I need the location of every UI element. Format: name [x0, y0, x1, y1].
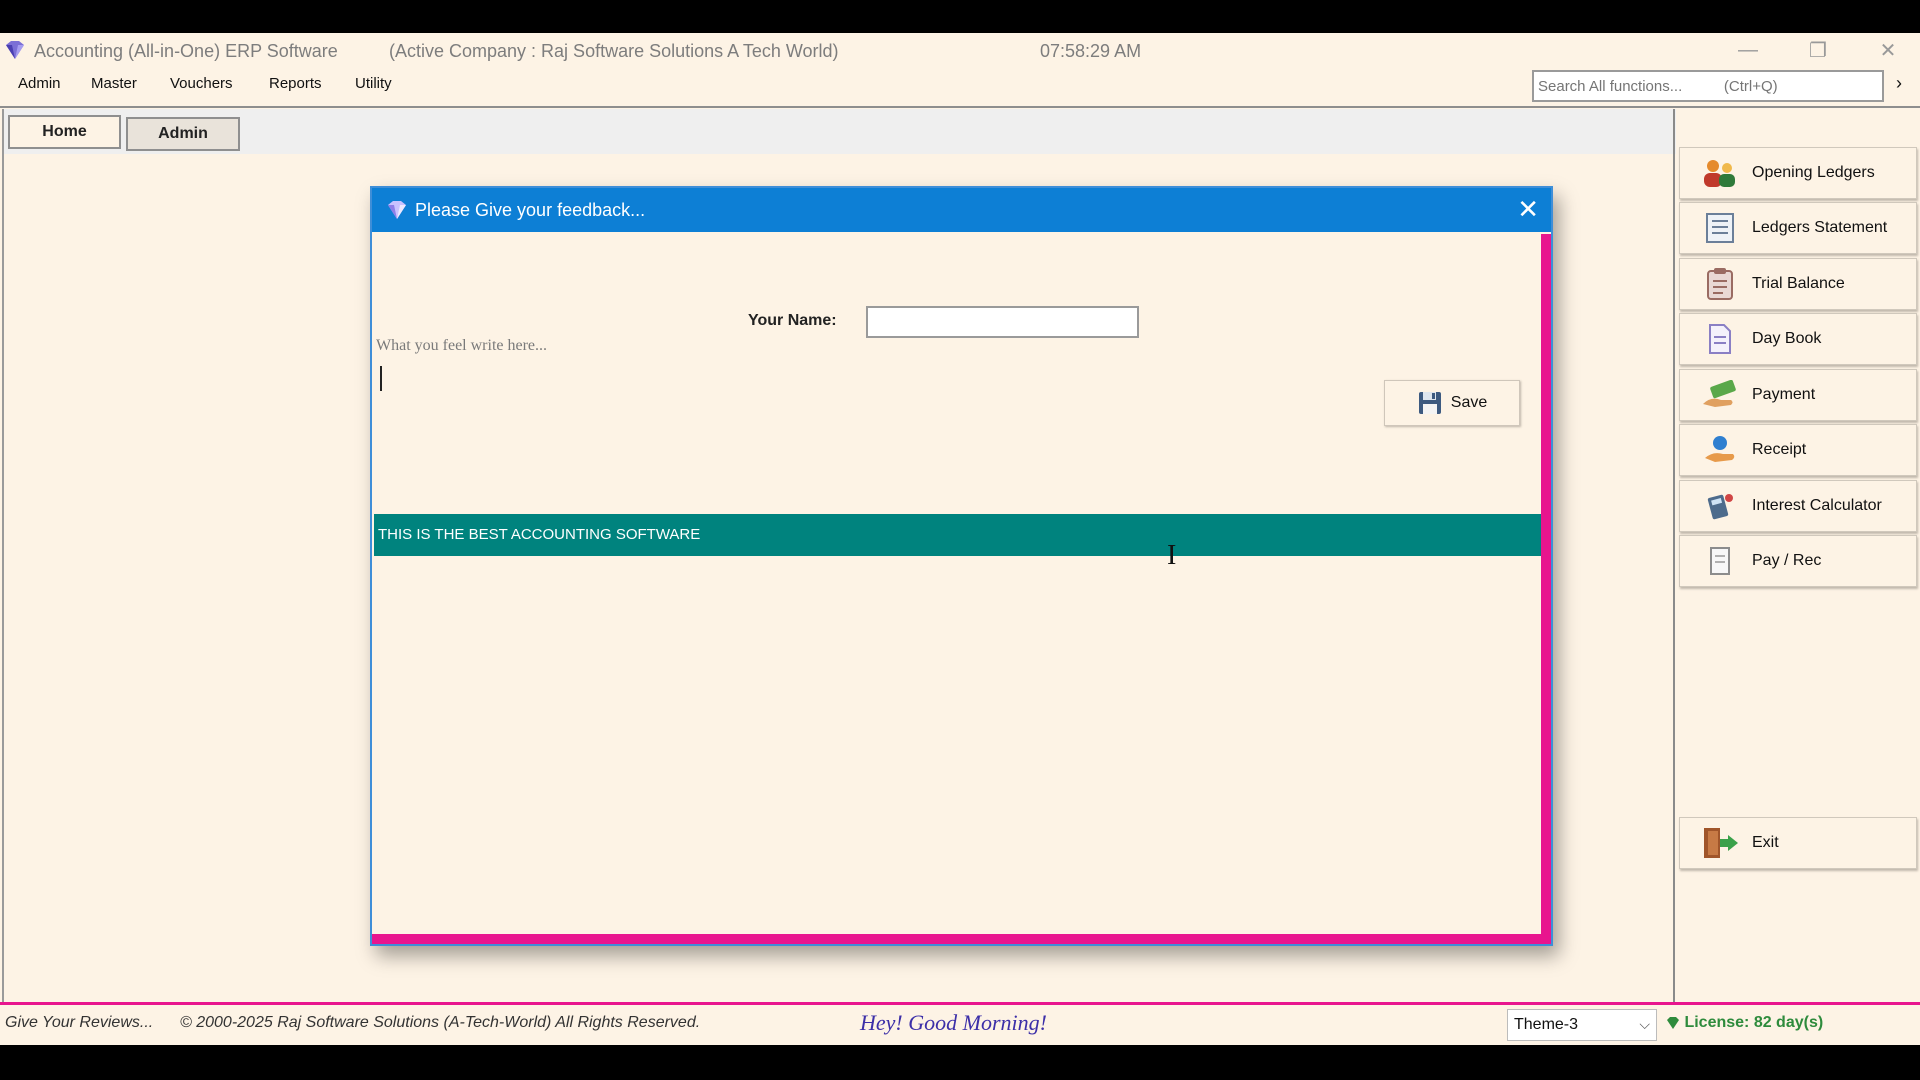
close-icon: ✕ — [1879, 39, 1897, 62]
your-name-input[interactable] — [866, 306, 1139, 338]
menu-utility[interactable]: Utility — [355, 75, 392, 92]
payment-button[interactable]: Payment — [1679, 369, 1917, 421]
sidebar-item-label: Interest Calculator — [1752, 497, 1882, 514]
ledgers-statement-button[interactable]: Ledgers Statement — [1679, 202, 1917, 254]
erp-application-window: Accounting (All-in-One) ERP Software (Ac… — [0, 33, 1920, 1045]
theme-value: Theme-3 — [1514, 1016, 1579, 1033]
tab-admin[interactable]: Admin — [126, 117, 240, 151]
status-bar: Give Your Reviews... © 2000-2025 Raj Sof… — [0, 1005, 1920, 1045]
chevron-down-icon: ⌵ — [1639, 1016, 1650, 1032]
exit-door-icon — [1700, 825, 1740, 861]
maximize-button[interactable]: ❐ — [1790, 33, 1846, 67]
trial-balance-button[interactable]: Trial Balance — [1679, 258, 1917, 310]
exit-label: Exit — [1752, 834, 1779, 851]
feedback-textarea[interactable]: What you feel write here... — [375, 336, 1135, 456]
text-caret — [380, 366, 382, 391]
license-status: License: 82 day(s) — [1666, 1014, 1823, 1032]
active-company-label: (Active Company : Raj Software Solutions… — [389, 41, 839, 61]
exit-button[interactable]: Exit — [1679, 817, 1917, 869]
people-icon — [1700, 155, 1740, 191]
your-name-label: Your Name: — [748, 312, 837, 329]
dialog-title-bar: Please Give your feedback... ✕ — [372, 188, 1551, 232]
minimize-button[interactable]: — — [1720, 33, 1776, 67]
sidebar-item-label: Ledgers Statement — [1752, 219, 1888, 236]
menu-admin[interactable]: Admin — [18, 75, 61, 92]
sidebar-item-label: Pay / Rec — [1752, 552, 1822, 569]
clipboard-icon — [1700, 266, 1740, 302]
opening-ledgers-button[interactable]: Opening Ledgers — [1679, 147, 1917, 199]
sidebar-divider — [1673, 109, 1675, 1002]
app-title: Accounting (All-in-One) ERP Software — [34, 41, 338, 61]
theme-dropdown[interactable]: Theme-3 ⌵ — [1507, 1009, 1657, 1041]
menu-divider — [0, 106, 1920, 108]
diamond-logo-icon — [388, 201, 406, 219]
ledger-sheet-icon — [1700, 210, 1740, 246]
receipt-button[interactable]: Receipt — [1679, 424, 1917, 476]
search-functions-input[interactable] — [1532, 70, 1884, 102]
restore-icon: ❐ — [1809, 39, 1827, 62]
money-hand-icon — [1700, 377, 1740, 413]
sidebar-item-label: Trial Balance — [1752, 275, 1845, 292]
save-label: Save — [1450, 394, 1488, 411]
sidebar-item-label: Receipt — [1752, 441, 1807, 458]
shortcut-sidebar: Opening Ledgers Ledgers Statement Trial … — [1678, 111, 1920, 1003]
dialog-close-icon[interactable]: ✕ — [1517, 194, 1539, 225]
close-button[interactable]: ✕ — [1860, 33, 1916, 67]
chevron-right-icon[interactable]: › — [1896, 73, 1902, 94]
ibeam-cursor-icon: I — [1167, 540, 1177, 571]
save-button[interactable]: Save — [1384, 380, 1520, 426]
coin-hand-icon — [1700, 432, 1740, 468]
tab-home[interactable]: Home — [8, 115, 121, 149]
clock: 07:58:29 AM — [1040, 41, 1142, 61]
give-reviews-link[interactable]: Give Your Reviews... — [5, 1014, 153, 1032]
license-text: License: 82 day(s) — [1684, 1014, 1824, 1031]
sidebar-item-label: Payment — [1752, 386, 1816, 403]
feedback-placeholder: What you feel write here... — [376, 337, 548, 354]
day-book-button[interactable]: Day Book — [1679, 313, 1917, 365]
menu-reports[interactable]: Reports — [269, 75, 322, 92]
screen: Accounting (All-in-One) ERP Software (Ac… — [0, 0, 1920, 1080]
tab-strip: Home Admin — [4, 109, 1676, 154]
interest-calculator-button[interactable]: Interest Calculator — [1679, 480, 1917, 532]
sidebar-item-label: Day Book — [1752, 330, 1822, 347]
feedback-banner: THIS IS THE BEST ACCOUNTING SOFTWARE — [374, 514, 1541, 556]
license-diamond-icon — [1667, 1016, 1679, 1029]
menu-master[interactable]: Master — [91, 75, 137, 92]
calculator-icon — [1700, 488, 1740, 524]
pay-rec-button[interactable]: Pay / Rec — [1679, 535, 1917, 587]
dialog-title: Please Give your feedback... — [415, 200, 646, 220]
copyright-text: © 2000-2025 Raj Software Solutions (A-Te… — [180, 1014, 701, 1031]
minimize-icon: — — [1738, 38, 1758, 61]
greeting-text: Hey! Good Morning! — [860, 1010, 1047, 1035]
title-bar: Accounting (All-in-One) ERP Software (Ac… — [0, 33, 1920, 69]
page-icon — [1700, 543, 1740, 579]
floppy-disk-icon — [1418, 392, 1441, 414]
sidebar-item-label: Opening Ledgers — [1752, 164, 1875, 181]
feedback-dialog: Please Give your feedback... ✕ Your Name… — [370, 186, 1553, 946]
diamond-logo-icon — [6, 41, 24, 59]
menu-vouchers[interactable]: Vouchers — [170, 75, 233, 92]
dialog-bottom-border — [372, 934, 1551, 944]
menu-bar: Admin Master Vouchers Reports Utility — [0, 69, 1520, 99]
document-icon — [1700, 321, 1740, 357]
dialog-right-border — [1541, 234, 1551, 944]
